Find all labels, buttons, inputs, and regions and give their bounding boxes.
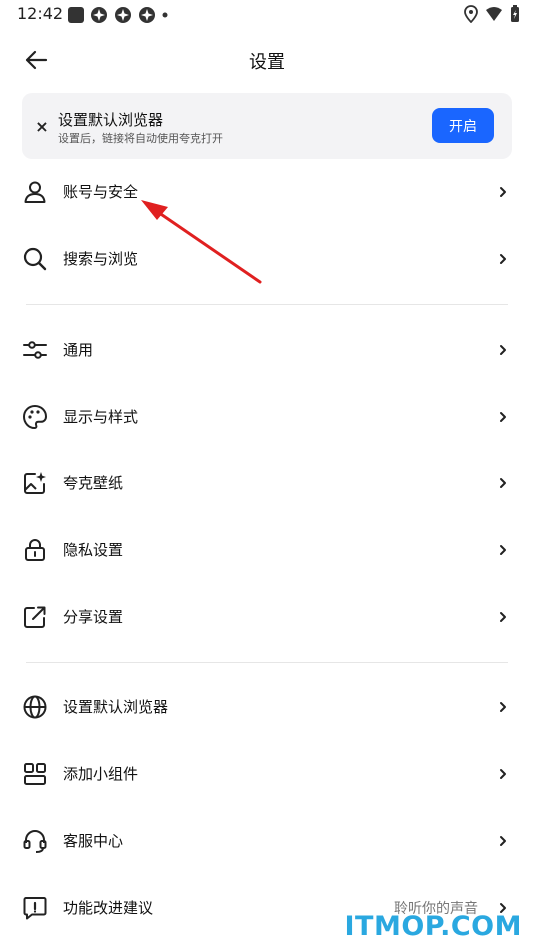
banner-subtitle: 设置后，链接将自动使用夸克打开 (58, 132, 223, 145)
sliders-icon (23, 341, 47, 359)
feedback-icon (23, 897, 47, 920)
section-divider (26, 304, 508, 305)
settings-item-customer-service[interactable]: 客服中心 (0, 812, 534, 872)
chevron-right-icon (500, 769, 506, 779)
settings-item-label: 设置默认浏览器 (63, 698, 169, 716)
chevron-right-icon (500, 478, 506, 488)
headset-icon (23, 830, 47, 853)
globe-icon (23, 695, 47, 719)
settings-item-account-security[interactable]: 账号与安全 (0, 163, 534, 223)
wifi-icon (486, 7, 502, 21)
settings-item-general[interactable]: 通用 (0, 321, 534, 381)
settings-item-label: 通用 (63, 341, 94, 359)
chevron-right-icon (500, 412, 506, 422)
battery-icon (511, 5, 519, 22)
search-icon (23, 247, 47, 271)
chevron-right-icon (500, 254, 506, 264)
lock-icon (25, 539, 45, 561)
settings-item-label: 搜索与浏览 (63, 250, 139, 268)
notification-icons (68, 6, 168, 24)
settings-item-label: 功能改进建议 (63, 899, 154, 917)
pinwheel-notification-icon (115, 7, 131, 23)
settings-item-share[interactable]: 分享设置 (0, 588, 534, 648)
section-divider (26, 662, 508, 663)
settings-item-quark-wallpaper[interactable]: 夸克壁纸 (0, 454, 534, 514)
settings-item-display-style[interactable]: 显示与样式 (0, 388, 534, 448)
status-time: 12:42 (17, 4, 64, 23)
enable-button[interactable]: 开启 (432, 108, 494, 143)
chevron-right-icon (500, 345, 506, 355)
settings-item-label: 夸克壁纸 (63, 474, 124, 492)
settings-item-label: 客服中心 (63, 832, 124, 850)
wallpaper-icon (24, 472, 46, 494)
chevron-right-icon (500, 187, 506, 197)
chevron-right-icon (500, 612, 506, 622)
settings-item-privacy[interactable]: 隐私设置 (0, 521, 534, 581)
location-icon (464, 5, 478, 23)
header: 设置 (0, 36, 534, 84)
settings-item-search-browse[interactable]: 搜索与浏览 (0, 230, 534, 290)
widget-icon (24, 763, 46, 785)
share-icon (24, 606, 46, 628)
close-icon[interactable]: × (32, 116, 52, 136)
app-notification-icon (68, 7, 84, 23)
banner-title: 设置默认浏览器 (58, 111, 164, 129)
status-bar: 12:42 (0, 0, 534, 28)
settings-item-label: 显示与样式 (63, 408, 139, 426)
chevron-right-icon (500, 836, 506, 846)
more-dot-icon (162, 12, 168, 18)
person-icon (24, 181, 46, 203)
palette-icon (23, 405, 47, 429)
settings-item-label: 隐私设置 (63, 541, 124, 559)
settings-item-label: 添加小组件 (63, 765, 139, 783)
system-icons (464, 5, 520, 23)
settings-item-add-widget[interactable]: 添加小组件 (0, 745, 534, 805)
pinwheel-notification-icon (139, 7, 155, 23)
chevron-right-icon (500, 702, 506, 712)
settings-item-label: 账号与安全 (63, 183, 139, 201)
default-browser-banner: × 设置默认浏览器 设置后，链接将自动使用夸克打开 开启 (22, 93, 512, 159)
chevron-right-icon (500, 545, 506, 555)
settings-item-default-browser[interactable]: 设置默认浏览器 (0, 678, 534, 738)
settings-item-label: 分享设置 (63, 608, 124, 626)
page-title: 设置 (249, 52, 285, 73)
pinwheel-notification-icon (91, 7, 107, 23)
watermark-logo: ITMOP.COM (344, 911, 522, 942)
